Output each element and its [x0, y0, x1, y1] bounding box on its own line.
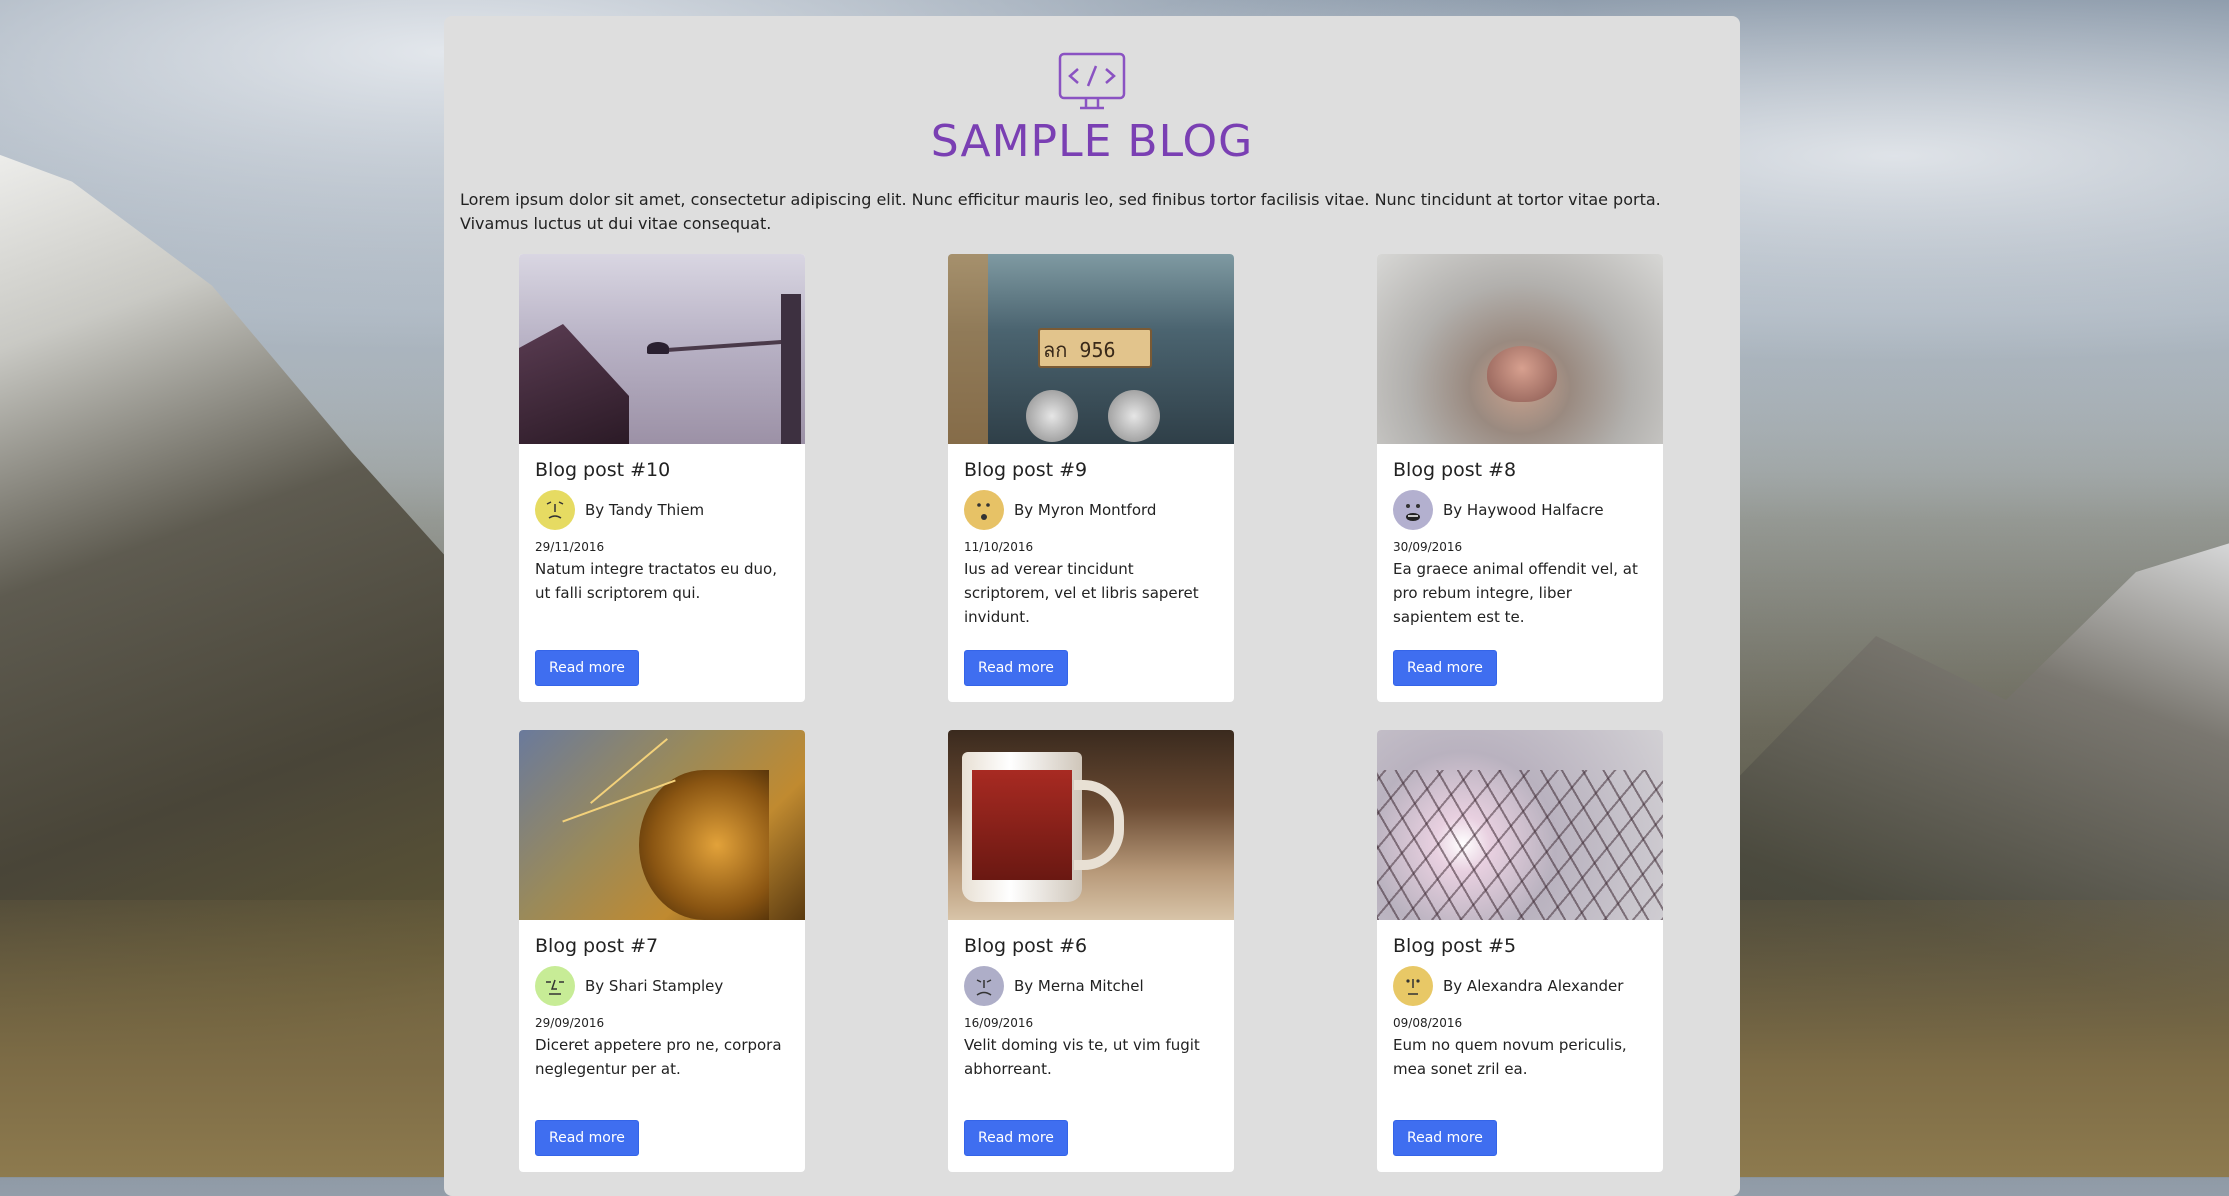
post-title[interactable]: Blog post #5	[1393, 934, 1647, 958]
read-more-button[interactable]: Read more	[1393, 650, 1497, 686]
read-more-button[interactable]: Read more	[1393, 1120, 1497, 1156]
post-author: By Alexandra Alexander	[1393, 966, 1647, 1006]
page-title: SAMPLE BLOG	[930, 116, 1254, 167]
author-name: By Haywood Halfacre	[1443, 501, 1604, 519]
author-avatar	[535, 490, 575, 530]
read-more-button[interactable]: Read more	[535, 1120, 639, 1156]
author-name: By Alexandra Alexander	[1443, 977, 1624, 995]
post-date: 11/10/2016	[964, 540, 1034, 554]
blog-card: Blog post #6 By Merna Mitchel 16/09/2016…	[948, 730, 1234, 1172]
post-title[interactable]: Blog post #7	[535, 934, 789, 958]
post-image[interactable]	[1377, 254, 1663, 444]
intro-text: Lorem ipsum dolor sit amet, consectetur …	[460, 190, 1661, 233]
blog-card: Blog post #7 By Shari Stampley 29/09/201…	[519, 730, 805, 1172]
read-more-button[interactable]: Read more	[964, 1120, 1068, 1156]
post-image[interactable]	[519, 730, 805, 920]
author-avatar	[964, 966, 1004, 1006]
blog-card: Blog post #8 By Haywood Halfacre 30/09/2…	[1377, 254, 1663, 702]
post-image[interactable]	[1377, 730, 1663, 920]
blog-card: Blog post #10 By Tandy Thiem 29/11/2016 …	[519, 254, 805, 702]
post-author: By Haywood Halfacre	[1393, 490, 1647, 530]
post-excerpt: Natum integre tractatos eu duo, ut falli…	[535, 560, 777, 602]
author-name: By Myron Montford	[1014, 501, 1157, 519]
post-excerpt: Velit doming vis te, ut vim fugit abhorr…	[964, 1036, 1200, 1078]
post-date: 16/09/2016	[964, 1016, 1034, 1030]
post-excerpt: Eum no quem novum periculis, mea sonet z…	[1393, 1036, 1627, 1078]
post-author: By Tandy Thiem	[535, 490, 789, 530]
post-title[interactable]: Blog post #10	[535, 458, 789, 482]
author-avatar	[1393, 966, 1433, 1006]
post-excerpt: Ea graece animal offendit vel, at pro re…	[1393, 560, 1638, 626]
author-name: By Shari Stampley	[585, 977, 724, 995]
blog-panel: SAMPLE BLOG Lorem ipsum dolor sit amet, …	[444, 16, 1740, 1196]
post-author: By Shari Stampley	[535, 966, 789, 1006]
author-name: By Tandy Thiem	[585, 501, 705, 519]
author-name: By Merna Mitchel	[1014, 977, 1144, 995]
post-date: 29/09/2016	[535, 1016, 605, 1030]
author-avatar	[1393, 490, 1433, 530]
blog-card: Blog post #5 By Alexandra Alexander 09/0…	[1377, 730, 1663, 1172]
code-monitor-icon	[1058, 52, 1126, 110]
post-image[interactable]	[519, 254, 805, 444]
post-author: By Myron Montford	[964, 490, 1218, 530]
post-date: 29/11/2016	[535, 540, 605, 554]
post-excerpt: Diceret appetere pro ne, corpora neglege…	[535, 1036, 782, 1078]
plate-text: ลก 956	[1043, 338, 1116, 362]
post-image[interactable]	[948, 730, 1234, 920]
blog-card: ลก 956 Blog post #9 By Myron Montford 11…	[948, 254, 1234, 702]
post-title[interactable]: Blog post #9	[964, 458, 1218, 482]
post-excerpt: Ius ad verear tincidunt scriptorem, vel …	[964, 560, 1199, 626]
post-date: 30/09/2016	[1393, 540, 1463, 554]
post-image[interactable]: ลก 956	[948, 254, 1234, 444]
post-date: 09/08/2016	[1393, 1016, 1463, 1030]
post-author: By Merna Mitchel	[964, 966, 1218, 1006]
read-more-button[interactable]: Read more	[964, 650, 1068, 686]
logo	[444, 52, 1740, 116]
author-avatar	[964, 490, 1004, 530]
post-title[interactable]: Blog post #6	[964, 934, 1218, 958]
author-avatar	[535, 966, 575, 1006]
read-more-button[interactable]: Read more	[535, 650, 639, 686]
post-title[interactable]: Blog post #8	[1393, 458, 1647, 482]
